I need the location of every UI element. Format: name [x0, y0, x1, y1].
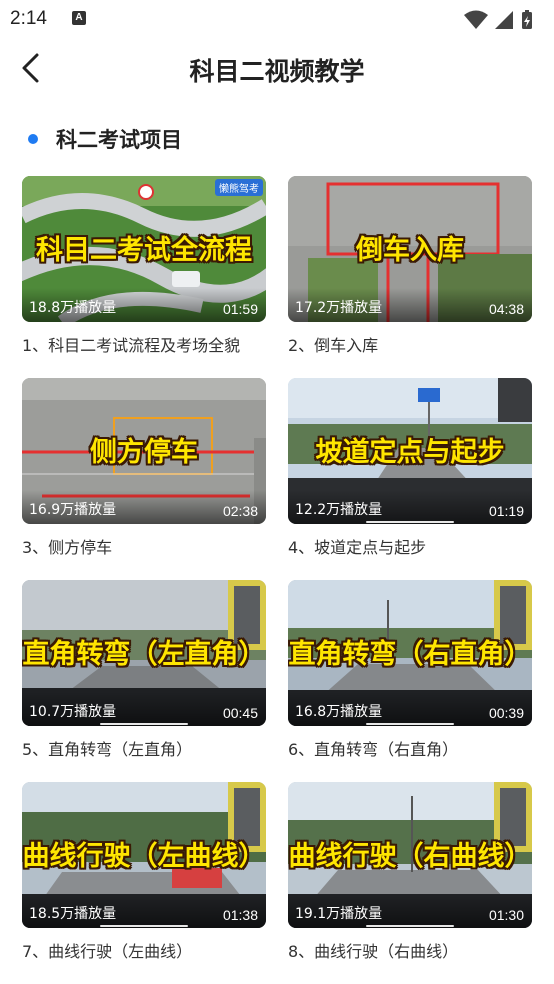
video-overlay-title: 曲线行驶（右曲线） [288, 841, 532, 872]
page-title: 科目二视频教学 [189, 57, 365, 86]
video-overlay-title: 科目二考试全流程 [36, 235, 252, 266]
video-caption: 2、倒车入库 [288, 336, 379, 355]
video-thumbnail: 曲线行驶（右曲线） 19.1万播放量 01:30 [288, 782, 532, 928]
video-card-7[interactable]: 曲线行驶（左曲线） 18.5万播放量 01:38 7、曲线行驶（左曲线） [22, 782, 266, 972]
video-duration: 00:45 [222, 705, 258, 721]
video-overlay-title: 曲线行驶（左曲线） [22, 841, 266, 872]
video-caption: 5、直角转弯（左直角） [22, 740, 193, 759]
video-caption: 4、坡道定点与起步 [288, 538, 427, 557]
video-duration: 01:38 [222, 907, 258, 923]
play-count: 17.2万播放量 [295, 300, 383, 316]
video-duration: 01:59 [222, 301, 258, 317]
play-count: 18.5万播放量 [29, 906, 117, 922]
video-duration: 02:38 [222, 503, 258, 519]
play-count: 18.8万播放量 [29, 300, 117, 316]
video-thumbnail: 直角转弯（左直角） 10.7万播放量 00:45 [22, 580, 266, 726]
video-caption: 7、曲线行驶（左曲线） [22, 942, 193, 961]
video-thumbnail: 坡道定点与起步 12.2万播放量 01:19 [288, 378, 532, 524]
video-card-1[interactable]: 懒熊驾考 科目二考试全流程 18.8万播放量 01:59 1、科目二考试流程及考… [22, 176, 266, 366]
play-count: 16.8万播放量 [295, 704, 383, 720]
section-title: 科二考试项目 [56, 128, 182, 152]
video-card-6[interactable]: 直角转弯（右直角） 16.8万播放量 00:39 6、直角转弯（右直角） [288, 580, 532, 770]
video-card-2[interactable]: 倒车入库 17.2万播放量 04:38 2、倒车入库 [288, 176, 532, 366]
video-overlay-title: 侧方停车 [90, 437, 198, 468]
play-count: 10.7万播放量 [29, 704, 117, 720]
video-card-8[interactable]: 曲线行驶（右曲线） 19.1万播放量 01:30 8、曲线行驶（右曲线） [288, 782, 532, 972]
signal-icon [495, 11, 513, 29]
video-thumbnail: 懒熊驾考 科目二考试全流程 18.8万播放量 01:59 [22, 176, 266, 322]
wifi-icon [464, 10, 488, 29]
video-thumbnail: 倒车入库 17.2万播放量 04:38 [288, 176, 532, 322]
play-count: 12.2万播放量 [295, 502, 383, 518]
play-count: 16.9万播放量 [29, 502, 117, 518]
brand-badge: 懒熊驾考 [215, 179, 263, 196]
video-thumbnail: 侧方停车 16.9万播放量 02:38 [22, 378, 266, 524]
video-card-5[interactable]: 直角转弯（左直角） 10.7万播放量 00:45 5、直角转弯（左直角） [22, 580, 266, 770]
video-duration: 04:38 [488, 301, 524, 317]
status-icons [462, 8, 542, 32]
video-caption: 8、曲线行驶（右曲线） [288, 942, 459, 961]
video-caption: 3、侧方停车 [22, 538, 113, 557]
video-card-3[interactable]: 侧方停车 16.9万播放量 02:38 3、侧方停车 [22, 378, 266, 568]
video-overlay-title: 直角转弯（左直角） [22, 639, 266, 670]
video-duration: 01:30 [488, 907, 524, 923]
section-dot-icon [28, 134, 38, 144]
video-card-4[interactable]: 坡道定点与起步 12.2万播放量 01:19 4、坡道定点与起步 [288, 378, 532, 568]
video-thumbnail: 曲线行驶（左曲线） 18.5万播放量 01:38 [22, 782, 266, 928]
notification-icon: A [72, 11, 86, 25]
battery-icon [522, 10, 532, 29]
video-overlay-title: 倒车入库 [356, 235, 464, 266]
video-caption: 6、直角转弯（右直角） [288, 740, 459, 759]
video-duration: 01:19 [488, 503, 524, 519]
video-duration: 00:39 [488, 705, 524, 721]
status-bar: 2:14 A [0, 0, 554, 38]
play-count: 19.1万播放量 [295, 906, 383, 922]
video-overlay-title: 直角转弯（右直角） [288, 639, 532, 670]
header: 科目二视频教学 [0, 38, 554, 100]
video-caption: 1、科目二考试流程及考场全貌 [22, 336, 241, 355]
status-time: 2:14 [10, 8, 47, 29]
video-thumbnail: 直角转弯（右直角） 16.8万播放量 00:39 [288, 580, 532, 726]
video-overlay-title: 坡道定点与起步 [315, 437, 505, 468]
